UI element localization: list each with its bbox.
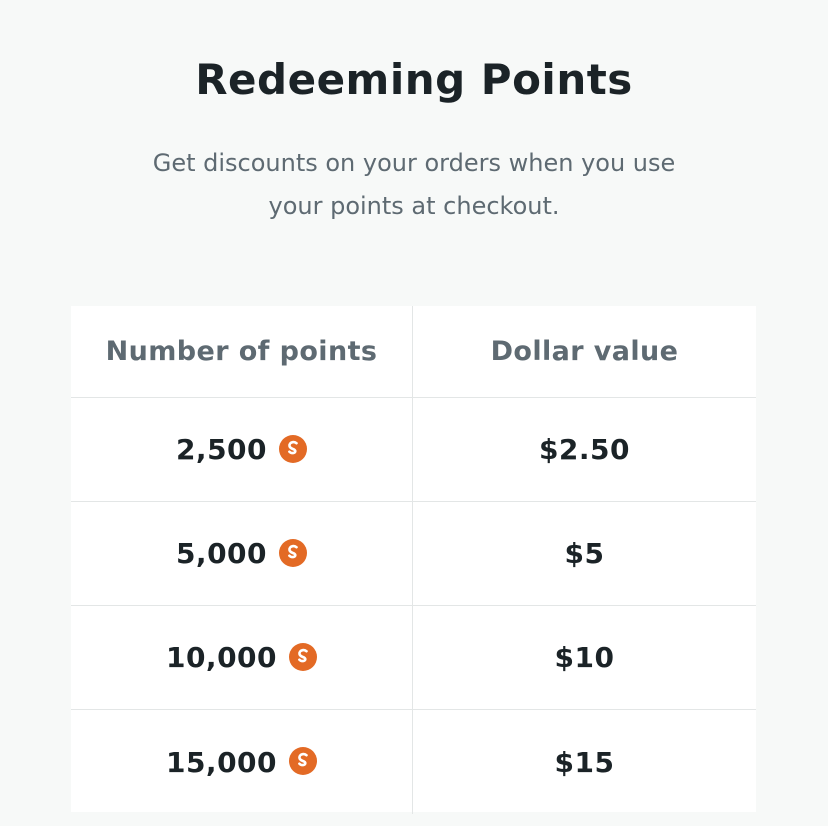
table-row: 15,000 $15: [71, 710, 756, 814]
redeeming-points-page: Redeeming Points Get discounts on your o…: [0, 0, 828, 826]
dollar-value-cell: $15: [554, 745, 615, 779]
points-coin-icon: [289, 642, 318, 671]
points-amount-wrap: 2,500: [175, 433, 308, 466]
points-coin-icon: [279, 434, 308, 463]
dollar-value-cell: $10: [554, 641, 615, 674]
page-title: Redeeming Points: [195, 55, 633, 104]
points-cell: 10,000: [71, 606, 413, 709]
column-header-dollar-value: Dollar value: [490, 336, 679, 367]
points-amount: 15,000: [165, 745, 278, 779]
table-row: 2,500 $2.50: [71, 398, 756, 502]
points-cell: 2,500: [71, 398, 413, 501]
column-header-points: Number of points: [71, 306, 413, 397]
points-amount: 2,500: [175, 433, 268, 466]
points-amount-wrap: 10,000: [165, 641, 318, 674]
points-amount: 5,000: [175, 537, 268, 570]
points-coin-icon: [289, 747, 318, 775]
dollar-value-cell: $2.50: [538, 433, 631, 466]
table-header-row: Number of points Dollar value: [71, 306, 756, 398]
dollar-value-cell: $5: [564, 537, 605, 570]
table-row: 10,000 $10: [71, 606, 756, 710]
points-amount-wrap: 15,000: [165, 745, 318, 779]
points-table: Number of points Dollar value 2,500 $2.5…: [71, 306, 756, 814]
points-amount-wrap: 5,000: [175, 537, 308, 570]
points-cell: 15,000: [71, 710, 413, 814]
table-row: 5,000 $5: [71, 502, 756, 606]
points-amount: 10,000: [165, 641, 278, 674]
page-subtitle: Get discounts on your orders when you us…: [152, 149, 676, 220]
points-coin-icon: [279, 538, 308, 567]
points-cell: 5,000: [71, 502, 413, 605]
